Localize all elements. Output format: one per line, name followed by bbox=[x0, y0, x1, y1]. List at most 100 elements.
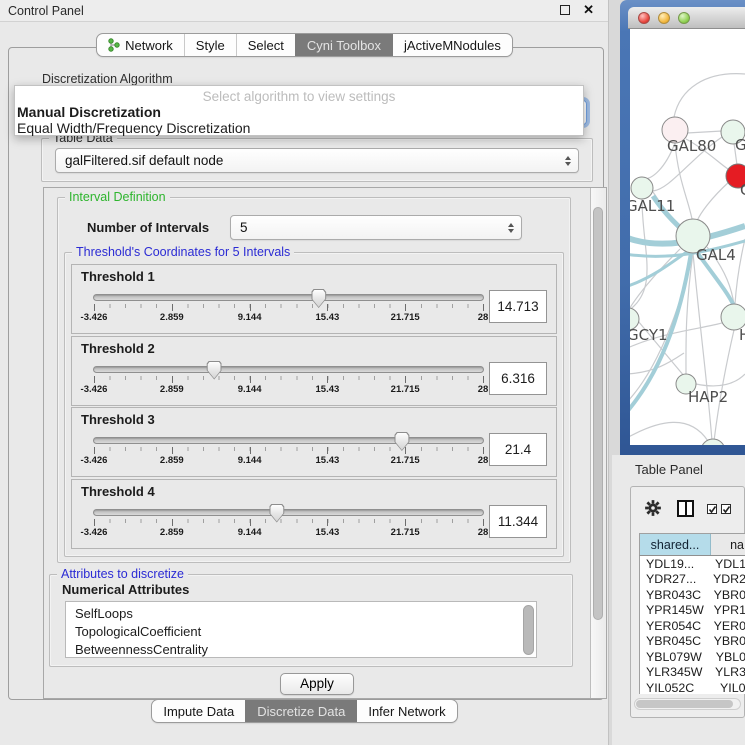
slider-track[interactable] bbox=[93, 509, 484, 516]
column-layout-icon[interactable] bbox=[677, 500, 694, 517]
horizontal-scrollbar[interactable] bbox=[634, 698, 741, 710]
threshold-4-label: Threshold 4 bbox=[81, 484, 547, 499]
threshold-2-value-field[interactable]: 6.316 bbox=[489, 362, 547, 395]
tab-network-label: Network bbox=[125, 38, 173, 53]
network-icon bbox=[108, 38, 120, 52]
algorithm-dropdown-popup: Select algorithm to view settings Manual… bbox=[14, 85, 584, 136]
slider-tick-labels: -3.426 2.859 9.144 15.43 21.715 28 bbox=[94, 527, 483, 539]
svg-text:GCY1: GCY1 bbox=[630, 326, 668, 344]
attributes-group-title: Attributes to discretize bbox=[57, 567, 188, 581]
top-tabbar: Network Style Select Cyni Toolbox jActiv… bbox=[96, 33, 513, 57]
tab-select-label: Select bbox=[248, 38, 284, 53]
list-item[interactable]: SelfLoops bbox=[66, 605, 536, 623]
tab-impute-data-label: Impute Data bbox=[163, 704, 234, 719]
threshold-4-value-field[interactable]: 11.344 bbox=[489, 505, 547, 538]
table-row[interactable]: YIL052CYIL0 bbox=[640, 680, 745, 694]
tab-cyni-toolbox[interactable]: Cyni Toolbox bbox=[295, 34, 392, 56]
table-header-row: shared... na bbox=[639, 533, 745, 556]
node-gal11[interactable] bbox=[631, 177, 653, 199]
svg-text:GAL80: GAL80 bbox=[667, 137, 716, 155]
threshold-2-slider[interactable]: -3.426 2.859 9.144 15.43 21.715 28 bbox=[81, 356, 489, 396]
svg-text:C: C bbox=[740, 181, 745, 199]
mac-close-button-icon[interactable] bbox=[638, 12, 650, 24]
network-window-titlebar[interactable] bbox=[628, 7, 745, 29]
slider-tick-labels: -3.426 2.859 9.144 15.43 21.715 28 bbox=[94, 312, 483, 324]
slider-ticks bbox=[94, 304, 483, 311]
threshold-1-value-field[interactable]: 14.713 bbox=[489, 290, 547, 323]
table-row[interactable]: YBL079WYBL0 bbox=[640, 649, 745, 665]
tab-jactivemnodules-label: jActiveMNodules bbox=[404, 38, 501, 53]
numerical-attributes-list[interactable]: SelfLoops TopologicalCoefficient Between… bbox=[65, 601, 537, 658]
tab-network[interactable]: Network bbox=[97, 34, 184, 56]
list-item[interactable]: TopologicalCoefficient bbox=[66, 623, 536, 641]
threshold-4-slider[interactable]: -3.426 2.859 9.144 15.43 21.715 28 bbox=[81, 499, 489, 539]
table-panel-title: Table Panel bbox=[635, 462, 703, 477]
list-item[interactable]: BetweennessCentrality bbox=[66, 641, 536, 658]
node-partial-bottom[interactable] bbox=[701, 439, 725, 445]
control-panel-titlebar: Control Panel ✕ bbox=[0, 0, 608, 22]
slider-ticks bbox=[94, 447, 483, 454]
tab-jactivemnodules[interactable]: jActiveMNodules bbox=[392, 34, 512, 56]
tab-select[interactable]: Select bbox=[236, 34, 295, 56]
network-view-window: GAL80 G. C GAL11 GAL4 GCY1 H HAP2 bbox=[620, 0, 745, 455]
slider-track[interactable] bbox=[93, 294, 484, 301]
dropdown-option-manual-discretization[interactable]: Manual Discretization bbox=[17, 104, 161, 120]
svg-text:GAL11: GAL11 bbox=[630, 197, 675, 215]
svg-text:HAP2: HAP2 bbox=[688, 388, 728, 406]
tab-discretize-data[interactable]: Discretize Data bbox=[245, 700, 356, 722]
close-icon[interactable]: ✕ bbox=[583, 2, 594, 18]
slider-ticks bbox=[94, 519, 483, 526]
svg-text:G.: G. bbox=[735, 136, 745, 154]
bottom-tabbar: Impute Data Discretize Data Infer Networ… bbox=[151, 699, 457, 723]
slider-ticks bbox=[94, 376, 483, 383]
dropdown-option-equal-width-frequency[interactable]: Equal Width/Frequency Discretization bbox=[17, 120, 250, 136]
tab-cyni-toolbox-label: Cyni Toolbox bbox=[307, 38, 381, 53]
scrollbar-thumb[interactable] bbox=[593, 207, 603, 620]
number-of-intervals-combobox[interactable]: 5 bbox=[230, 215, 522, 240]
table-row[interactable]: YPR145WYPR1 bbox=[640, 603, 745, 619]
number-of-intervals-label: Number of Intervals bbox=[87, 220, 209, 235]
table-row[interactable]: YLR345WYLR3 bbox=[640, 665, 745, 681]
table-data-combobox[interactable]: galFiltered.sif default node bbox=[55, 148, 579, 173]
slider-track[interactable] bbox=[93, 437, 484, 444]
float-window-icon[interactable] bbox=[560, 5, 570, 15]
mac-minimize-button-icon[interactable] bbox=[658, 12, 670, 24]
checked-checkbox-icon[interactable] bbox=[707, 504, 717, 514]
table-body: YDL19...YDL1 YDR27...YDR2 YBR043CYBR0 YP… bbox=[639, 556, 745, 694]
tab-impute-data[interactable]: Impute Data bbox=[152, 700, 245, 722]
table-row[interactable]: YDR27...YDR2 bbox=[640, 572, 745, 588]
algorithm-group-title: Discretization Algorithm bbox=[42, 72, 173, 86]
number-of-intervals-value: 5 bbox=[240, 220, 248, 235]
dropdown-placeholder: Select algorithm to view settings bbox=[15, 89, 583, 104]
column-header-shared-name[interactable]: shared... bbox=[640, 534, 711, 555]
threshold-1-slider[interactable]: -3.426 2.859 9.144 15.43 21.715 28 bbox=[81, 284, 489, 324]
table-row[interactable]: YER054CYER0 bbox=[640, 618, 745, 634]
checked-checkbox-icon[interactable] bbox=[721, 504, 731, 514]
tab-style[interactable]: Style bbox=[184, 34, 236, 56]
settings-scroll-viewport: Interval Definition Number of Intervals … bbox=[43, 187, 607, 699]
gear-icon[interactable] bbox=[644, 499, 662, 517]
control-panel-title: Control Panel bbox=[8, 4, 84, 18]
mac-zoom-button-icon[interactable] bbox=[678, 12, 690, 24]
settings-scrollbar[interactable] bbox=[590, 188, 606, 698]
table-row[interactable]: YBR045CYBR0 bbox=[640, 634, 745, 650]
slider-tick-labels: -3.426 2.859 9.144 15.43 21.715 28 bbox=[94, 384, 483, 396]
tab-discretize-data-label: Discretize Data bbox=[257, 704, 345, 719]
threshold-3-panel: Threshold 3 -3.426 bbox=[71, 407, 557, 477]
threshold-1-label: Threshold 1 bbox=[81, 269, 547, 284]
scrollbar-thumb[interactable] bbox=[636, 700, 733, 708]
table-row[interactable]: YBR043CYBR0 bbox=[640, 587, 745, 603]
table-row[interactable]: YDL19...YDL1 bbox=[640, 556, 745, 572]
column-header-name[interactable]: na bbox=[711, 534, 745, 555]
threshold-2-label: Threshold 2 bbox=[81, 341, 547, 356]
threshold-3-slider[interactable]: -3.426 2.859 9.144 15.43 21.715 28 bbox=[81, 427, 489, 467]
list-scrollbar[interactable] bbox=[523, 605, 534, 655]
threshold-3-value-field[interactable]: 21.4 bbox=[489, 433, 547, 466]
slider-track[interactable] bbox=[93, 366, 484, 373]
tab-infer-network[interactable]: Infer Network bbox=[356, 700, 456, 722]
table-data-value: galFiltered.sif default node bbox=[65, 153, 223, 168]
interval-definition-group: Interval Definition Number of Intervals … bbox=[57, 197, 571, 563]
network-canvas[interactable]: GAL80 G. C GAL11 GAL4 GCY1 H HAP2 bbox=[630, 29, 745, 445]
top-tabstrip: Network Style Select Cyni Toolbox jActiv… bbox=[0, 33, 609, 57]
apply-button[interactable]: Apply bbox=[280, 673, 354, 695]
